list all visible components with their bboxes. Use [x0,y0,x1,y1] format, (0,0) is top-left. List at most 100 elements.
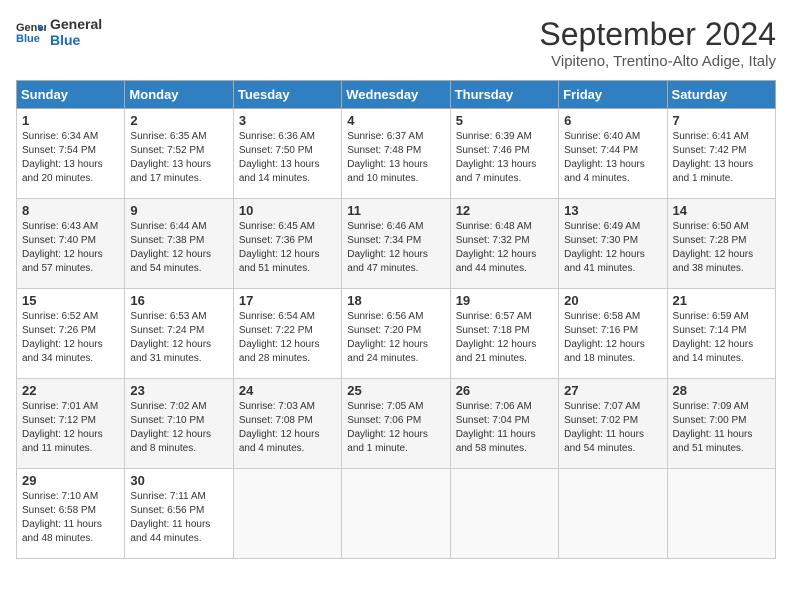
cell-info: Sunrise: 6:43 AMSunset: 7:40 PMDaylight:… [22,220,119,276]
logo-general: General [50,16,102,32]
cell-info: Sunrise: 6:36 AMSunset: 7:50 PMDaylight:… [239,130,336,186]
calendar-cell: 4Sunrise: 6:37 AMSunset: 7:48 PMDaylight… [342,109,450,199]
day-number: 30 [130,473,227,488]
cell-info: Sunrise: 6:34 AMSunset: 7:54 PMDaylight:… [22,130,119,186]
cell-info: Sunrise: 6:46 AMSunset: 7:34 PMDaylight:… [347,220,444,276]
day-number: 10 [239,203,336,218]
day-header-wednesday: Wednesday [342,81,450,109]
day-number: 5 [456,113,553,128]
day-number: 24 [239,383,336,398]
calendar-cell: 9 Sunrise: 6:44 AMSunset: 7:38 PMDaylight… [125,199,233,289]
calendar-cell: 19 Sunrise: 6:57 AMSunset: 7:18 PMDayligh… [450,289,558,379]
calendar-cell: 25 Sunrise: 7:05 AMSunset: 7:06 PMDayligh… [342,379,450,469]
calendar-cell [233,469,341,559]
calendar-cell: 11Sunrise: 6:46 AMSunset: 7:34 PMDayligh… [342,199,450,289]
cell-info: Sunrise: 6:59 AMSunset: 7:14 PMDaylight:… [673,310,770,366]
day-number: 25 [347,383,444,398]
day-number: 26 [456,383,553,398]
week-row-2: 8 Sunrise: 6:43 AMSunset: 7:40 PMDaylight… [17,199,776,289]
day-header-monday: Monday [125,81,233,109]
day-header-sunday: Sunday [17,81,125,109]
calendar-cell [450,469,558,559]
cell-info: Sunrise: 6:56 AMSunset: 7:20 PMDaylight:… [347,310,444,366]
calendar-cell: 13Sunrise: 6:49 AMSunset: 7:30 PMDayligh… [559,199,667,289]
cell-info: Sunrise: 7:03 AMSunset: 7:08 PMDaylight:… [239,400,336,456]
day-number: 8 [22,203,119,218]
week-row-5: 29 Sunrise: 7:10 AMSunset: 6:58 PMDayligh… [17,469,776,559]
cell-info: Sunrise: 6:35 AMSunset: 7:52 PMDaylight:… [130,130,227,186]
header: General Blue General Blue September 2024… [16,16,776,70]
cell-info: Sunrise: 7:07 AMSunset: 7:02 PMDaylight:… [564,400,661,456]
day-header-thursday: Thursday [450,81,558,109]
cell-info: Sunrise: 7:06 AMSunset: 7:04 PMDaylight:… [456,400,553,456]
calendar-cell: 28 Sunrise: 7:09 AMSunset: 7:00 PMDayligh… [667,379,775,469]
cell-info: Sunrise: 7:11 AMSunset: 6:56 PMDaylight:… [130,490,227,546]
month-title: September 2024 [539,16,776,53]
day-number: 15 [22,293,119,308]
cell-info: Sunrise: 7:02 AMSunset: 7:10 PMDaylight:… [130,400,227,456]
cell-info: Sunrise: 6:49 AMSunset: 7:30 PMDaylight:… [564,220,661,276]
day-number: 17 [239,293,336,308]
logo-blue: Blue [50,32,102,48]
cell-info: Sunrise: 7:05 AMSunset: 7:06 PMDaylight:… [347,400,444,456]
cell-info: Sunrise: 6:48 AMSunset: 7:32 PMDaylight:… [456,220,553,276]
calendar-cell: 5 Sunrise: 6:39 AMSunset: 7:46 PMDaylight… [450,109,558,199]
header-row: SundayMondayTuesdayWednesdayThursdayFrid… [17,81,776,109]
calendar-cell: 12 Sunrise: 6:48 AMSunset: 7:32 PMDayligh… [450,199,558,289]
day-number: 19 [456,293,553,308]
calendar-table: SundayMondayTuesdayWednesdayThursdayFrid… [16,80,776,559]
calendar-cell: 1Sunrise: 6:34 AMSunset: 7:54 PMDaylight… [17,109,125,199]
day-number: 12 [456,203,553,218]
cell-info: Sunrise: 6:52 AMSunset: 7:26 PMDaylight:… [22,310,119,366]
calendar-cell: 14 Sunrise: 6:50 AMSunset: 7:28 PMDayligh… [667,199,775,289]
cell-info: Sunrise: 6:45 AMSunset: 7:36 PMDaylight:… [239,220,336,276]
calendar-cell: 29 Sunrise: 7:10 AMSunset: 6:58 PMDayligh… [17,469,125,559]
day-number: 20 [564,293,661,308]
day-number: 23 [130,383,227,398]
svg-text:Blue: Blue [16,33,40,44]
calendar-cell: 15 Sunrise: 6:52 AMSunset: 7:26 PMDayligh… [17,289,125,379]
calendar-cell: 16 Sunrise: 6:53 AMSunset: 7:24 PMDayligh… [125,289,233,379]
cell-info: Sunrise: 6:57 AMSunset: 7:18 PMDaylight:… [456,310,553,366]
cell-info: Sunrise: 7:09 AMSunset: 7:00 PMDaylight:… [673,400,770,456]
calendar-cell: 21 Sunrise: 6:59 AMSunset: 7:14 PMDayligh… [667,289,775,379]
week-row-4: 22Sunrise: 7:01 AMSunset: 7:12 PMDayligh… [17,379,776,469]
cell-info: Sunrise: 6:54 AMSunset: 7:22 PMDaylight:… [239,310,336,366]
day-header-saturday: Saturday [667,81,775,109]
cell-info: Sunrise: 7:10 AMSunset: 6:58 PMDaylight:… [22,490,119,546]
day-number: 9 [130,203,227,218]
day-number: 14 [673,203,770,218]
day-number: 3 [239,113,336,128]
day-number: 28 [673,383,770,398]
calendar-cell: 10 Sunrise: 6:45 AMSunset: 7:36 PMDayligh… [233,199,341,289]
cell-info: Sunrise: 6:58 AMSunset: 7:16 PMDaylight:… [564,310,661,366]
cell-info: Sunrise: 6:50 AMSunset: 7:28 PMDaylight:… [673,220,770,276]
cell-info: Sunrise: 6:44 AMSunset: 7:38 PMDaylight:… [130,220,227,276]
calendar-cell: 8 Sunrise: 6:43 AMSunset: 7:40 PMDaylight… [17,199,125,289]
calendar-cell: 24 Sunrise: 7:03 AMSunset: 7:08 PMDayligh… [233,379,341,469]
calendar-cell: 17 Sunrise: 6:54 AMSunset: 7:22 PMDayligh… [233,289,341,379]
cell-info: Sunrise: 6:53 AMSunset: 7:24 PMDaylight:… [130,310,227,366]
logo-icon: General Blue [16,20,46,44]
day-number: 16 [130,293,227,308]
calendar-cell: 7Sunrise: 6:41 AMSunset: 7:42 PMDaylight… [667,109,775,199]
calendar-cell: 26 Sunrise: 7:06 AMSunset: 7:04 PMDayligh… [450,379,558,469]
week-row-1: 1Sunrise: 6:34 AMSunset: 7:54 PMDaylight… [17,109,776,199]
day-number: 6 [564,113,661,128]
title-area: September 2024 Vipiteno, Trentino-Alto A… [539,16,776,70]
calendar-cell: 23 Sunrise: 7:02 AMSunset: 7:10 PMDayligh… [125,379,233,469]
day-number: 18 [347,293,444,308]
day-number: 2 [130,113,227,128]
calendar-cell [342,469,450,559]
cell-info: Sunrise: 7:01 AMSunset: 7:12 PMDaylight:… [22,400,119,456]
day-number: 7 [673,113,770,128]
location: Vipiteno, Trentino-Alto Adige, Italy [539,53,776,70]
day-number: 21 [673,293,770,308]
calendar-cell [667,469,775,559]
cell-info: Sunrise: 6:39 AMSunset: 7:46 PMDaylight:… [456,130,553,186]
day-number: 29 [22,473,119,488]
calendar-cell: 30 Sunrise: 7:11 AMSunset: 6:56 PMDayligh… [125,469,233,559]
calendar-cell: 27Sunrise: 7:07 AMSunset: 7:02 PMDayligh… [559,379,667,469]
day-header-tuesday: Tuesday [233,81,341,109]
logo: General Blue General Blue [16,16,102,48]
